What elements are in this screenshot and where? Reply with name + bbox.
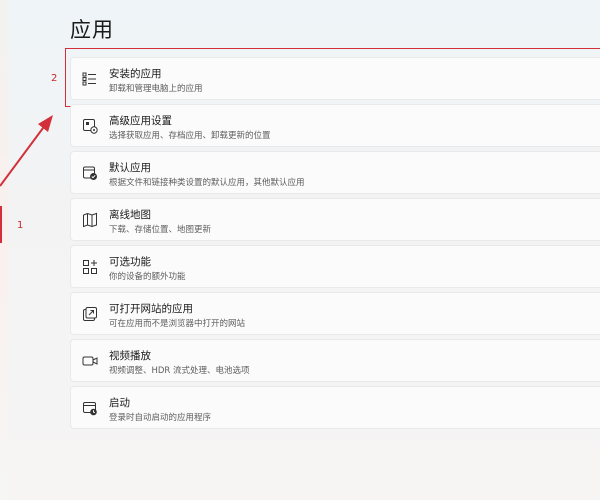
settings-item-title: 可选功能: [109, 256, 151, 268]
settings-item-title: 可打开网站的应用: [109, 303, 193, 315]
settings-item-description: 下载、存储位置、地图更新: [109, 225, 212, 235]
settings-item-title: 启动: [109, 397, 130, 409]
marker-2: 2: [51, 73, 58, 84]
settings-item-offline-maps[interactable]: 离线地图 下载、存储位置、地图更新: [70, 198, 600, 241]
settings-item-video-playback[interactable]: 视频播放 视频调整、HDR 流式处理、电池选项: [70, 339, 600, 382]
annotation-arrow: [0, 115, 53, 187]
app-settings-icon: [83, 119, 98, 134]
settings-item-title: 离线地图: [109, 209, 151, 221]
settings-item-description: 可在应用而不是浏览器中打开的网站: [109, 319, 246, 329]
settings-item-startup[interactable]: 启动 登录时自动启动的应用程序: [70, 386, 600, 429]
settings-item-apps-for-websites[interactable]: 可打开网站的应用 可在应用而不是浏览器中打开的网站: [70, 292, 600, 335]
marker-1: 1: [17, 220, 24, 231]
settings-item-advanced-app-settings[interactable]: 高级应用设置 选择获取应用、存档应用、卸载更新的位置: [70, 104, 600, 147]
page-title: 应用: [70, 18, 114, 42]
grid-plus-icon: [83, 260, 97, 274]
marker-1-bar: [0, 206, 2, 243]
startup-icon: [83, 402, 97, 416]
settings-item-title: 默认应用: [109, 162, 151, 174]
settings-item-title: 高级应用设置: [109, 115, 172, 127]
settings-item-default-apps[interactable]: 默认应用 根据文件和链接种类设置的默认应用，其他默认应用: [70, 151, 600, 194]
settings-item-description: 根据文件和链接种类设置的默认应用，其他默认应用: [109, 178, 305, 188]
map-icon: [83, 212, 97, 228]
settings-item-optional-features[interactable]: 可选功能 你的设备的额外功能: [70, 245, 600, 288]
settings-item-description: 选择获取应用、存档应用、卸载更新的位置: [109, 131, 271, 141]
settings-item-description: 登录时自动启动的应用程序: [109, 413, 212, 423]
settings-item-description: 视频调整、HDR 流式处理、电池选项: [109, 366, 250, 376]
video-icon: [82, 356, 98, 366]
default-apps-icon: [83, 166, 97, 180]
settings-item-title: 视频播放: [109, 350, 151, 362]
highlight-box: [65, 48, 600, 107]
open-link-icon: [83, 307, 97, 321]
settings-item-description: 你的设备的额外功能: [109, 272, 186, 282]
